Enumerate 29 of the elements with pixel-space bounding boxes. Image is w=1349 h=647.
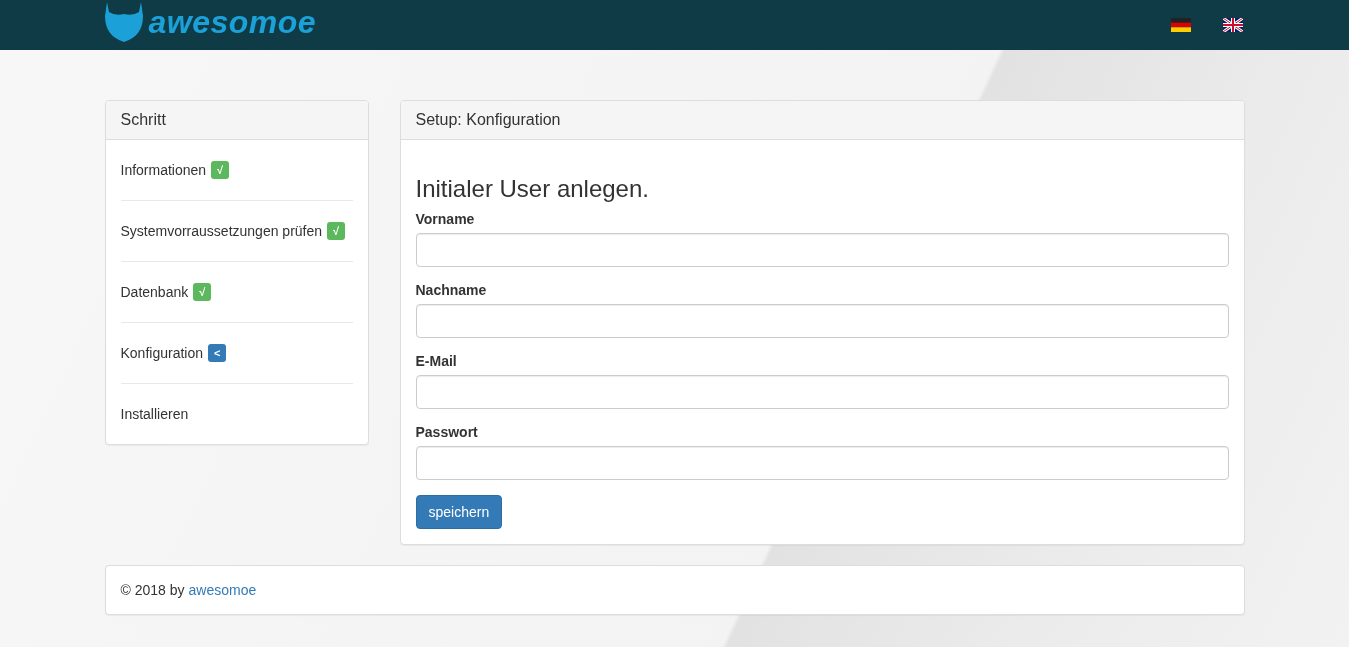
step-label: Installieren xyxy=(120,406,189,422)
beard-logo-icon xyxy=(104,2,143,42)
field-label: Vorname xyxy=(415,211,475,227)
logo-text[interactable]: awesomoe xyxy=(148,3,317,41)
german-flag-icon xyxy=(1170,18,1191,32)
field-label: Passwort xyxy=(415,424,478,440)
language-flag[interactable] xyxy=(1222,18,1243,32)
step-label: Datenbank xyxy=(120,284,189,300)
footer-link[interactable]: awesomoe xyxy=(188,582,257,598)
step-label: Systemvorraussetzungen prüfen xyxy=(120,223,323,239)
done-badge: √ xyxy=(193,283,212,301)
language-flag[interactable] xyxy=(1170,18,1191,32)
input-field[interactable] xyxy=(415,446,1229,480)
field-label: Nachname xyxy=(415,282,487,298)
copyright-text: © 2018 by xyxy=(120,582,185,598)
panel-title: Schritt xyxy=(105,101,368,140)
done-badge: √ xyxy=(211,161,230,179)
input-field[interactable] xyxy=(415,375,1229,409)
input-field[interactable] xyxy=(415,304,1229,338)
panel-title: Setup: Konfiguration xyxy=(400,101,1244,140)
save-button[interactable]: speichern xyxy=(415,495,503,529)
field-label: E-Mail xyxy=(415,353,457,369)
step-label: Informationen xyxy=(120,162,207,178)
current-step-badge: < xyxy=(208,344,227,362)
form-heading: Initialer User anlegen. xyxy=(415,175,650,203)
step-label: Konfiguration xyxy=(120,345,203,361)
input-field[interactable] xyxy=(415,233,1229,267)
done-badge: √ xyxy=(327,222,346,240)
uk-flag-icon xyxy=(1222,18,1243,32)
